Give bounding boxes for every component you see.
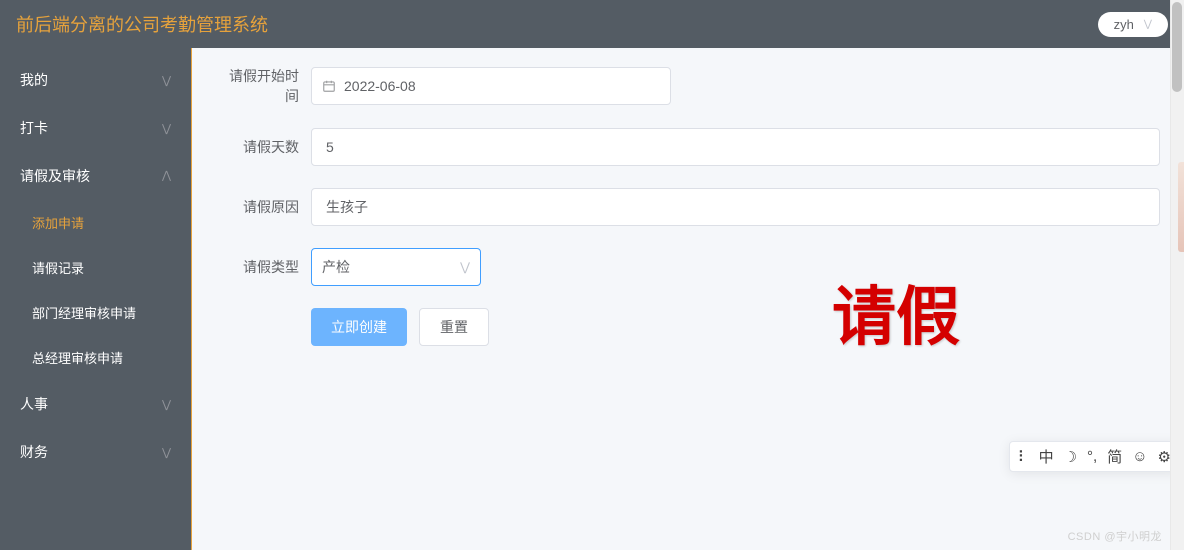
chevron-down-icon: ⋁ [1144,19,1152,30]
start-date-label: 请假开始时间 [216,66,311,106]
start-date-input[interactable]: 2022-06-08 [311,67,671,105]
moon-icon[interactable]: ☽ [1064,448,1077,466]
watermark-text: 请假 [832,266,960,358]
sidebar-subitem-gm-review[interactable]: 总经理审核申请 [0,335,191,380]
page-scrollbar[interactable] [1170,0,1184,550]
sidebar-item-label: 财务 [20,442,48,462]
user-dropdown[interactable]: zyh ⋁ [1098,12,1168,37]
sidebar-subitem-leave-records[interactable]: 请假记录 [0,245,191,290]
reset-button[interactable]: 重置 [419,308,489,346]
chevron-down-icon: ⋁ [460,260,470,274]
app-title: 前后端分离的公司考勤管理系统 [16,11,268,37]
calendar-icon [322,79,336,93]
lang-indicator[interactable]: 中 [1039,446,1054,467]
sidebar-item-leave[interactable]: 请假及审核 ⋁ [0,152,191,200]
sidebar-item-label: 我的 [20,70,48,90]
days-label: 请假天数 [216,137,311,157]
sidebar-item-clockin[interactable]: 打卡 ⋁ [0,104,191,152]
start-date-value: 2022-06-08 [344,78,416,94]
sidebar: 我的 ⋁ 打卡 ⋁ 请假及审核 ⋁ 添加申请 请假记录 部门经理审核申请 总经理… [0,48,192,550]
ime-toolbar[interactable]: ⠇ 中 ☽ °, 简 ☺ ⚙ [1009,441,1180,472]
script-indicator[interactable]: 简 [1107,446,1122,467]
user-name: zyh [1114,17,1134,32]
chevron-down-icon: ⋁ [162,398,171,411]
main-content: 请假开始时间 2022-06-08 请假天数 请假原因 请假类型 产检 [192,48,1184,550]
app-header: 前后端分离的公司考勤管理系统 zyh ⋁ [0,0,1184,48]
type-value: 产检 [322,257,350,277]
divider-icon: ⠇ [1018,448,1029,466]
submit-button[interactable]: 立即创建 [311,308,407,346]
type-select[interactable]: 产检 ⋁ [311,248,481,286]
chevron-down-icon: ⋁ [162,446,171,459]
csdn-watermark: CSDN @宇小明龙 [1068,528,1162,544]
sidebar-item-hr[interactable]: 人事 ⋁ [0,380,191,428]
punctuation-icon[interactable]: °, [1087,448,1097,465]
sidebar-submenu-leave: 添加申请 请假记录 部门经理审核申请 总经理审核申请 [0,200,191,380]
chevron-down-icon: ⋁ [162,74,171,87]
sidebar-subitem-add-apply[interactable]: 添加申请 [0,200,191,245]
reason-label: 请假原因 [216,197,311,217]
chevron-up-icon: ⋁ [162,170,171,183]
sidebar-item-finance[interactable]: 财务 ⋁ [0,428,191,476]
smile-icon[interactable]: ☺ [1132,448,1147,465]
sidebar-item-mine[interactable]: 我的 ⋁ [0,56,191,104]
sidebar-item-label: 请假及审核 [20,166,90,186]
sidebar-item-label: 打卡 [20,118,48,138]
type-label: 请假类型 [216,257,311,277]
days-input[interactable] [311,128,1160,166]
side-avatar-hint [1178,162,1184,252]
sidebar-item-label: 人事 [20,394,48,414]
gear-icon[interactable]: ⚙ [1158,448,1171,466]
chevron-down-icon: ⋁ [162,122,171,135]
reason-input[interactable] [311,188,1160,226]
sidebar-subitem-dept-review[interactable]: 部门经理审核申请 [0,290,191,335]
